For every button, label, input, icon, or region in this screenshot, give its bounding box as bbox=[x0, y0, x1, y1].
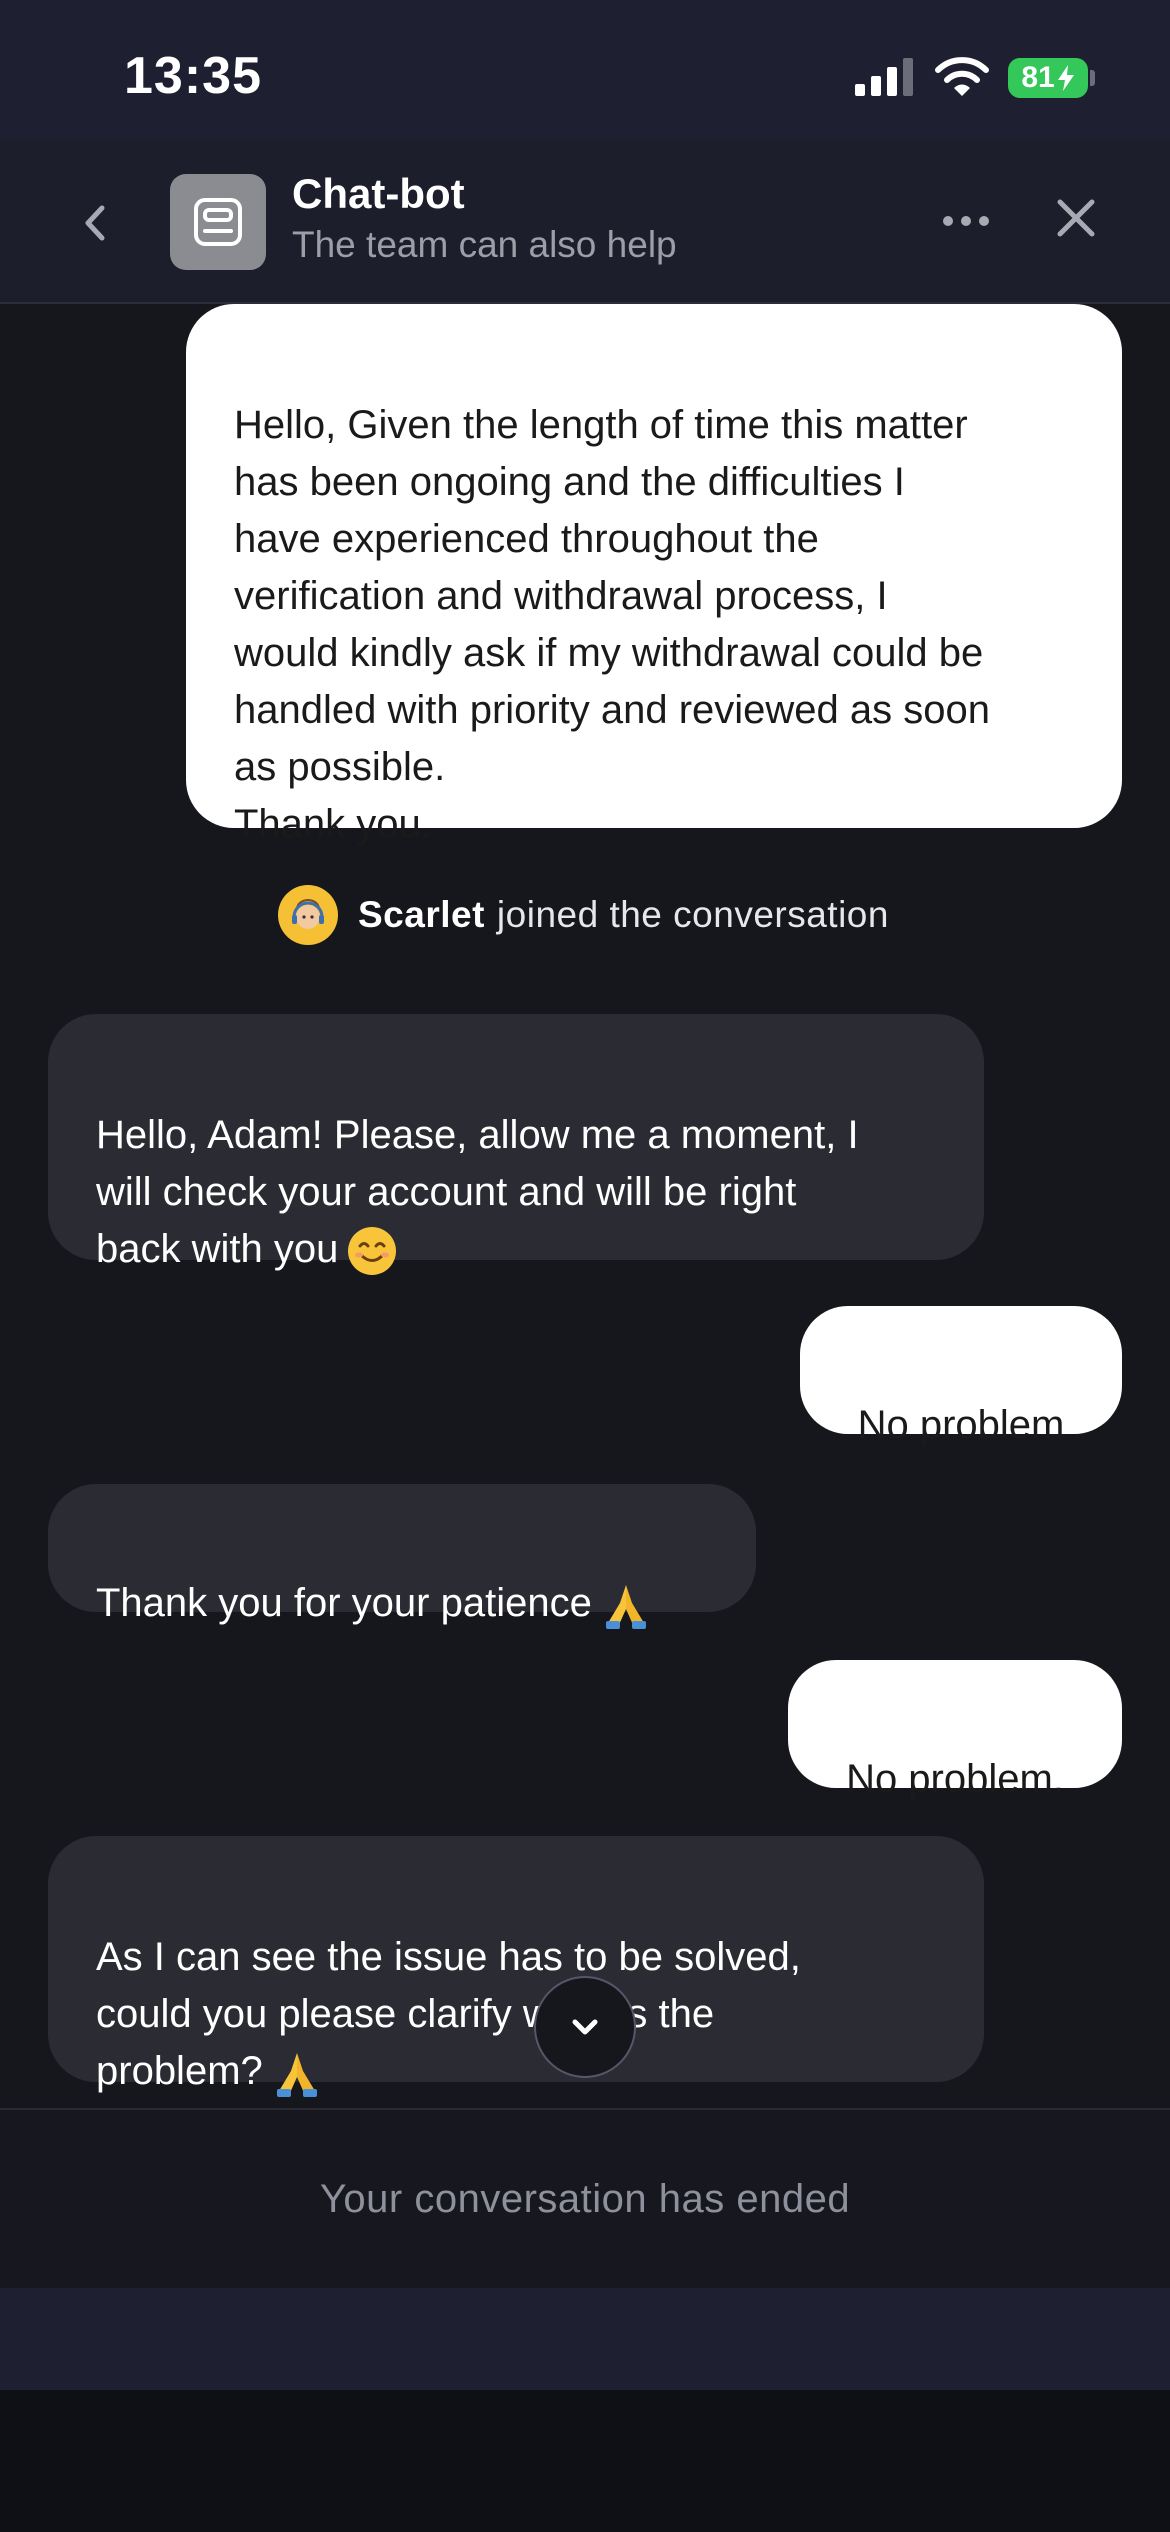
battery-indicator: 81 bbox=[1008, 58, 1088, 98]
pray-emoji-icon bbox=[605, 1585, 646, 1630]
agent-message: Thank you for your patience bbox=[48, 1484, 756, 1630]
header-subtitle: The team can also help bbox=[292, 224, 677, 265]
user-message: No problem bbox=[800, 1306, 1122, 1447]
message-text: Thank you for your patience bbox=[96, 1581, 592, 1625]
message-text: As I can see the issue has to be solved,… bbox=[96, 1935, 801, 2093]
message-list[interactable]: Hello, Given the length of time this mat… bbox=[0, 304, 1170, 2110]
battery-level: 81 bbox=[1021, 61, 1055, 94]
message-text: Hello, Adam! Please, allow me a moment, … bbox=[96, 1113, 859, 1271]
scroll-down-button[interactable] bbox=[534, 1976, 636, 2078]
agent-joined-notice: Scarlet joined the conversation bbox=[278, 884, 889, 946]
back-icon[interactable] bbox=[78, 200, 114, 246]
close-icon[interactable] bbox=[1054, 196, 1098, 240]
battery-charging-icon bbox=[1057, 65, 1074, 91]
battery-cap bbox=[1090, 70, 1095, 86]
message-text: Hello, Given the length of time this mat… bbox=[234, 403, 990, 846]
smile-emoji-icon bbox=[348, 1227, 397, 1276]
user-message: No problem. bbox=[788, 1660, 1122, 1801]
agent-message: As I can see the issue has to be solved,… bbox=[48, 1836, 984, 2098]
chevron-down-icon bbox=[572, 2019, 598, 2035]
agent-name: Scarlet bbox=[358, 894, 485, 935]
home-indicator-area bbox=[0, 2390, 1170, 2532]
bot-avatar bbox=[170, 174, 266, 270]
more-icon[interactable] bbox=[940, 206, 992, 236]
agent-message: Hello, Adam! Please, allow me a moment, … bbox=[48, 1014, 984, 1276]
conversation-ended-text: Your conversation has ended bbox=[319, 2176, 851, 2221]
agent-avatar bbox=[278, 885, 338, 945]
signal-icon bbox=[855, 58, 913, 96]
message-text: No problem bbox=[857, 1403, 1065, 1447]
bottom-band bbox=[0, 2288, 1170, 2390]
message-text: No problem. bbox=[846, 1757, 1064, 1801]
status-bar: 13:35 81 bbox=[0, 0, 1170, 140]
joined-text: joined the conversation bbox=[496, 894, 889, 935]
pray-emoji-icon bbox=[276, 2053, 317, 2098]
wifi-icon bbox=[935, 57, 989, 96]
user-message: Hello, Given the length of time this mat… bbox=[186, 304, 1122, 846]
support-agent-icon bbox=[292, 899, 324, 929]
header-title: Chat-bot bbox=[292, 170, 465, 217]
conversation-ended-bar: Your conversation has ended bbox=[0, 2108, 1170, 2288]
status-time: 13:35 bbox=[124, 47, 262, 105]
bot-icon bbox=[194, 198, 242, 246]
chat-header: Chat-bot The team can also help bbox=[0, 140, 1170, 304]
